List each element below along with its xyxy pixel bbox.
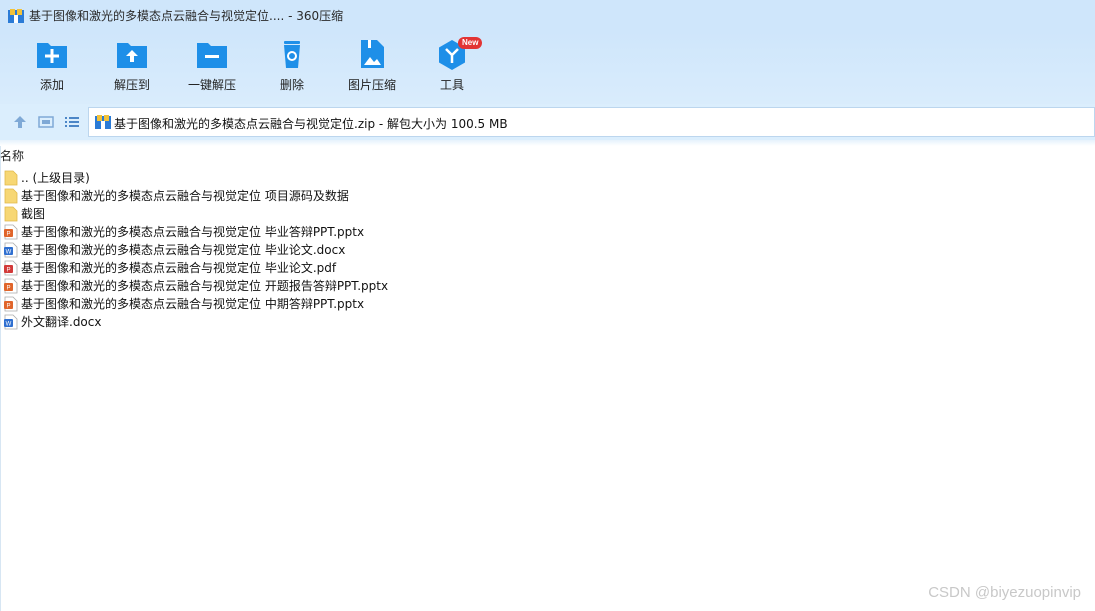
extract-to-icon xyxy=(117,43,147,68)
one-click-extract-button[interactable]: 一键解压 xyxy=(172,38,252,98)
pptx-file-icon: P xyxy=(4,278,18,294)
pptx-file-icon: P xyxy=(4,224,18,240)
pdf-file-icon: P xyxy=(4,260,18,276)
folder-icon xyxy=(4,170,18,186)
svg-text:P: P xyxy=(6,268,10,274)
tools-button[interactable]: New 工具 xyxy=(412,37,492,98)
svg-text:W: W xyxy=(6,250,12,256)
up-arrow-icon[interactable] xyxy=(12,114,28,130)
add-label: 添加 xyxy=(39,78,64,92)
window-title: 基于图像和激光的多模态点云融合与视觉定位.... - 360压缩 xyxy=(29,9,344,23)
address-row: 基于图像和激光的多模态点云融合与视觉定位.zip - 解包大小为 100.5 M… xyxy=(0,104,1095,140)
new-badge: New xyxy=(458,37,483,49)
image-compress-icon xyxy=(361,40,384,68)
file-name: 基于图像和激光的多模态点云融合与视觉定位 毕业答辩PPT.pptx xyxy=(21,225,365,239)
folder-icon xyxy=(4,188,18,204)
file-name: 基于图像和激光的多模态点云融合与视觉定位 开题报告答辩PPT.pptx xyxy=(21,279,389,293)
app-window: 基于图像和激光的多模态点云融合与视觉定位.... - 360压缩 添加 解压到 … xyxy=(0,0,1095,611)
address-path: 基于图像和激光的多模态点云融合与视觉定位.zip - 解包大小为 100.5 M… xyxy=(114,117,508,131)
svg-text:P: P xyxy=(6,286,10,292)
file-name: 基于图像和激光的多模态点云融合与视觉定位 毕业论文.pdf xyxy=(21,261,337,275)
delete-bin-icon xyxy=(284,41,300,68)
file-list: .. (上级目录) 基于图像和激光的多模态点云融合与视觉定位 项目源码及数据 截… xyxy=(0,169,1095,331)
title-bar: 基于图像和激光的多模态点云融合与视觉定位.... - 360压缩 xyxy=(0,0,1095,32)
list-view-icon[interactable] xyxy=(64,114,80,130)
delete-label: 删除 xyxy=(279,78,304,92)
image-compress-button[interactable]: 图片压缩 xyxy=(332,38,412,98)
column-header-name[interactable]: 名称 xyxy=(0,147,24,164)
extract-to-label: 解压到 xyxy=(113,78,150,92)
list-item[interactable]: P 基于图像和激光的多模态点云融合与视觉定位 开题报告答辩PPT.pptx xyxy=(0,277,1095,295)
list-item[interactable]: P 基于图像和激光的多模态点云融合与视觉定位 毕业答辩PPT.pptx xyxy=(0,223,1095,241)
file-name: 基于图像和激光的多模态点云融合与视觉定位 项目源码及数据 xyxy=(21,189,349,203)
tools-label: 工具 xyxy=(439,78,464,92)
list-item[interactable]: 截图 xyxy=(0,205,1095,223)
extract-to-button[interactable]: 解压到 xyxy=(92,38,172,98)
header-separator xyxy=(0,140,1095,146)
file-name: 基于图像和激光的多模态点云融合与视觉定位 中期答辩PPT.pptx xyxy=(21,297,365,311)
file-name: 外文翻译.docx xyxy=(21,315,102,329)
svg-text:P: P xyxy=(6,232,10,238)
svg-text:W: W xyxy=(6,322,12,328)
delete-button[interactable]: 删除 xyxy=(252,38,332,98)
file-name: 截图 xyxy=(21,207,46,221)
pptx-file-icon: P xyxy=(4,296,18,312)
list-item[interactable]: W 外文翻译.docx xyxy=(0,313,1095,331)
image-compress-label: 图片压缩 xyxy=(347,78,396,92)
list-item[interactable]: .. (上级目录) xyxy=(0,169,1095,187)
svg-text:P: P xyxy=(6,304,10,310)
archive-app-icon xyxy=(8,9,24,23)
list-item[interactable]: W 基于图像和激光的多模态点云融合与视觉定位 毕业论文.docx xyxy=(0,241,1095,259)
add-folder-icon xyxy=(37,43,67,68)
watermark: CSDN @biyezuopinvip xyxy=(928,584,1081,601)
one-click-extract-icon xyxy=(197,43,227,68)
docx-file-icon: W xyxy=(4,314,18,330)
address-bar[interactable]: 基于图像和激光的多模态点云融合与视觉定位.zip - 解包大小为 100.5 M… xyxy=(88,107,1095,137)
add-button[interactable]: 添加 xyxy=(12,38,92,98)
toolbar: 添加 解压到 一键解压 删除 图片压缩 New 工具 xyxy=(0,32,1095,104)
file-name: .. (上级目录) xyxy=(21,171,90,185)
list-item[interactable]: 基于图像和激光的多模态点云融合与视觉定位 项目源码及数据 xyxy=(0,187,1095,205)
zip-archive-icon xyxy=(95,115,111,129)
list-item[interactable]: P 基于图像和激光的多模态点云融合与视觉定位 毕业论文.pdf xyxy=(0,259,1095,277)
thumbnail-view-icon[interactable] xyxy=(38,114,54,130)
file-name: 基于图像和激光的多模态点云融合与视觉定位 毕业论文.docx xyxy=(21,243,346,257)
one-click-extract-label: 一键解压 xyxy=(187,78,236,92)
docx-file-icon: W xyxy=(4,242,18,258)
folder-icon xyxy=(4,206,18,222)
list-item[interactable]: P 基于图像和激光的多模态点云融合与视觉定位 中期答辩PPT.pptx xyxy=(0,295,1095,313)
